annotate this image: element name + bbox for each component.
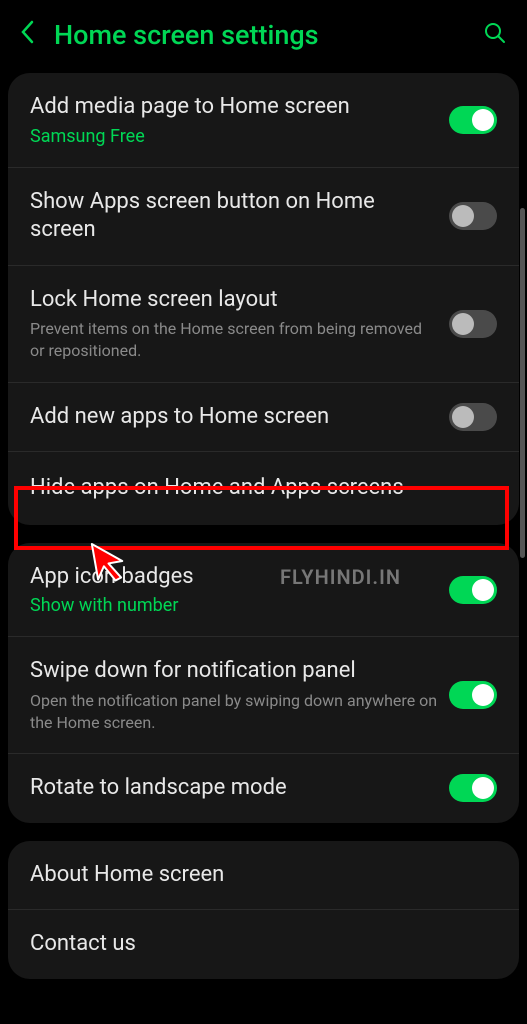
setting-icon-badges[interactable]: App icon badges Show with number [8,543,519,638]
toggle-switch[interactable] [449,106,497,134]
toggle-switch[interactable] [449,576,497,604]
settings-section: Add media page to Home screen Samsung Fr… [8,73,519,525]
toggle-switch[interactable] [449,202,497,230]
row-title: Show Apps screen button on Home screen [30,188,439,245]
row-subtitle: Open the notification panel by swiping d… [30,690,439,733]
row-title: Rotate to landscape mode [30,774,439,803]
row-title: Swipe down for notification panel [30,657,439,686]
setting-add-new-apps[interactable]: Add new apps to Home screen [8,383,519,453]
header-bar: Home screen settings [0,0,527,73]
page-title: Home screen settings [54,19,463,51]
toggle-switch[interactable] [449,403,497,431]
row-subtitle: Show with number [30,595,439,616]
back-icon[interactable] [20,18,34,51]
row-title: About Home screen [30,861,487,890]
setting-add-media-page[interactable]: Add media page to Home screen Samsung Fr… [8,73,519,168]
row-title: Contact us [30,930,487,959]
row-subtitle: Samsung Free [30,126,439,147]
setting-hide-apps[interactable]: Hide apps on Home and Apps screens [8,452,519,525]
setting-swipe-notification[interactable]: Swipe down for notification panel Open t… [8,637,519,754]
setting-contact-us[interactable]: Contact us [8,910,519,979]
row-subtitle: Prevent items on the Home screen from be… [30,318,439,361]
setting-show-apps-button[interactable]: Show Apps screen button on Home screen [8,168,519,266]
row-title: Add new apps to Home screen [30,403,439,432]
row-title: Add media page to Home screen [30,93,439,122]
toggle-switch[interactable] [449,681,497,709]
setting-rotate-landscape[interactable]: Rotate to landscape mode [8,754,519,823]
toggle-switch[interactable] [449,310,497,338]
setting-lock-layout[interactable]: Lock Home screen layout Prevent items on… [8,266,519,383]
settings-section: About Home screen Contact us [8,841,519,979]
setting-about-home[interactable]: About Home screen [8,841,519,911]
row-title: Hide apps on Home and Apps screens [30,474,487,503]
scrollbar[interactable] [520,208,525,558]
search-icon[interactable] [483,21,507,49]
row-title: Lock Home screen layout [30,286,439,315]
settings-section: App icon badges Show with number Swipe d… [8,543,519,823]
row-title: App icon badges [30,563,439,592]
toggle-switch[interactable] [449,774,497,802]
